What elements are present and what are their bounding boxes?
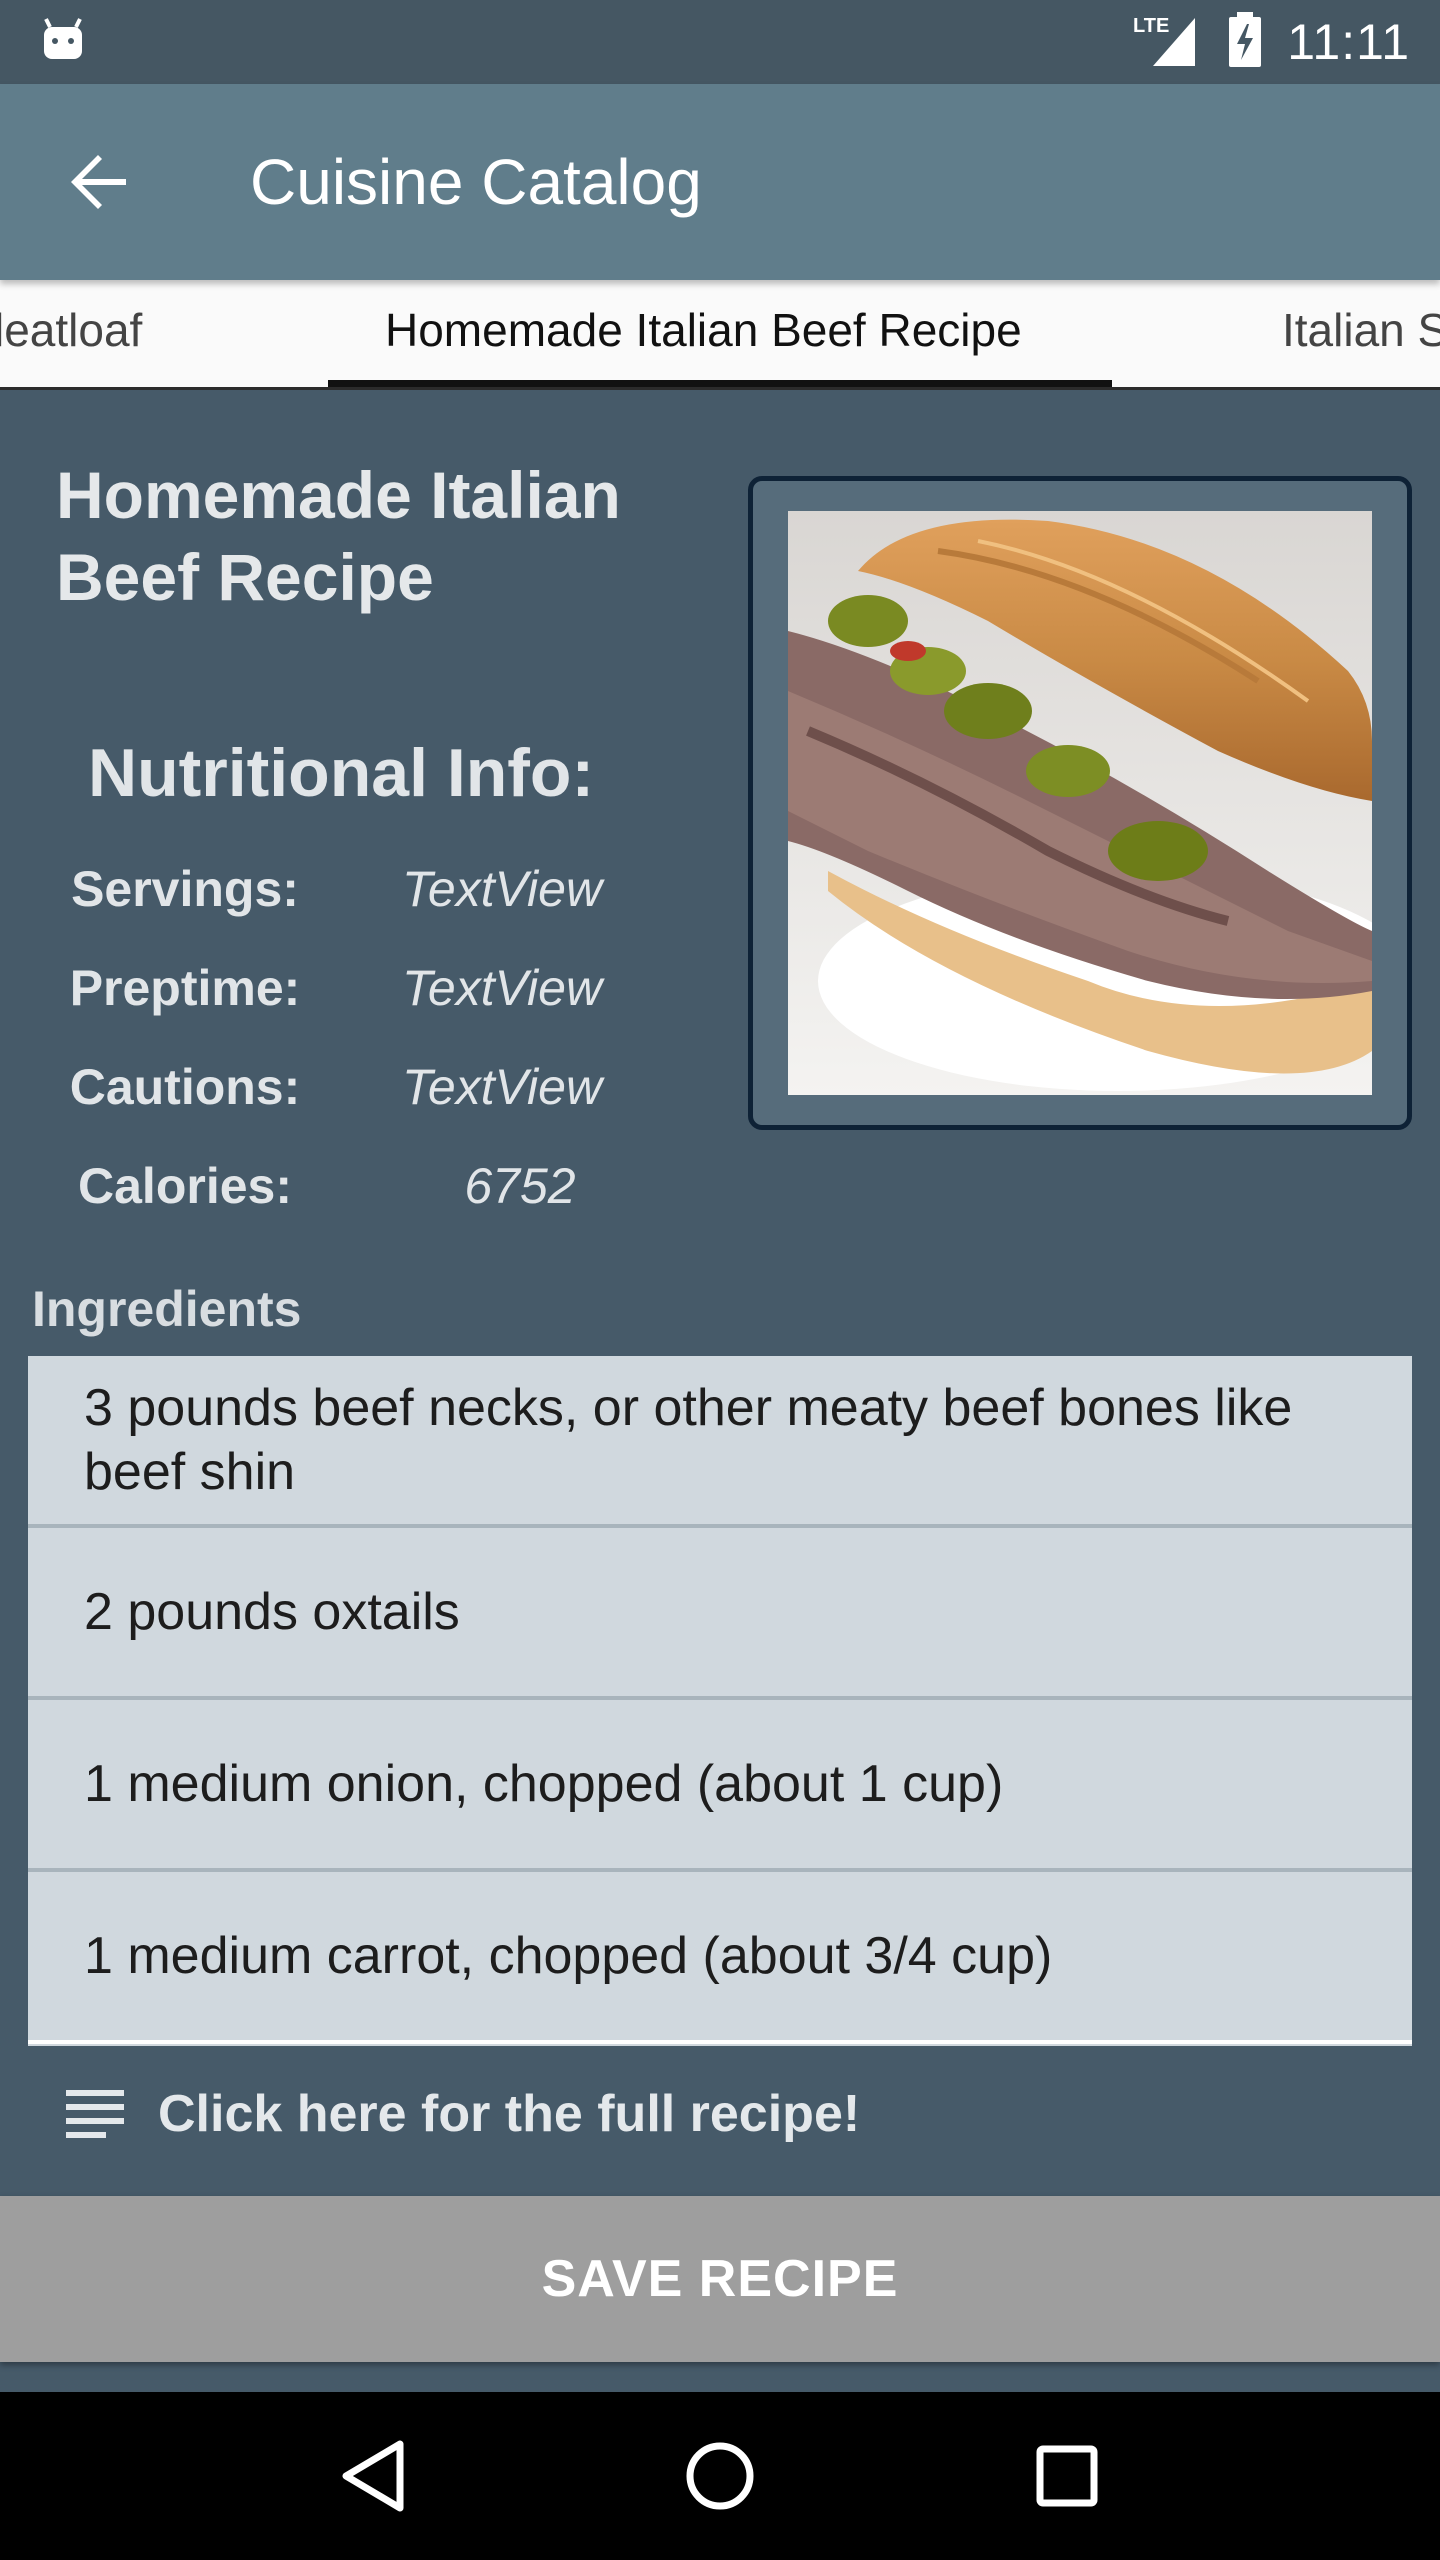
nav-back-button[interactable] [313, 2416, 433, 2536]
tab-indicator [328, 380, 1112, 387]
list-item[interactable]: 1 medium onion, chopped (about 1 cup) [28, 1700, 1412, 1872]
recipe-image-frame [748, 476, 1412, 1130]
ingredients-list[interactable]: 3 pounds beef necks, or other meaty beef… [28, 1356, 1412, 2046]
list-item[interactable]: 1 medium carrot, chopped (about 3/4 cup) [28, 1872, 1412, 2044]
status-bar: LTE 11:11 [0, 0, 1440, 84]
full-recipe-link[interactable]: Click here for the full recipe! [66, 2084, 860, 2144]
nutrition-label: Cautions: [69, 1059, 301, 1115]
recipe-title: Homemade Italian Beef Recipe [56, 458, 621, 614]
nutrition-row-preptime: Preptime: TextView [0, 959, 700, 1039]
home-circle-icon [686, 2442, 754, 2510]
back-triangle-icon [342, 2440, 404, 2512]
tab-italian[interactable]: Italian S [1282, 280, 1440, 387]
nutrition-label: Servings: [71, 861, 299, 917]
recipe-image [788, 511, 1372, 1095]
battery-charging-icon [1225, 11, 1265, 73]
network-label: LTE [1133, 15, 1169, 37]
nutrition-row-servings: Servings: TextView [0, 860, 700, 940]
nutrition-label: Calories: [78, 1158, 292, 1214]
signal-icon: LTE [1133, 12, 1203, 73]
app-title: Cuisine Catalog [250, 146, 702, 218]
list-item[interactable]: 2 pounds oxtails [28, 1528, 1412, 1700]
nutrition-heading: Nutritional Info: [88, 735, 595, 811]
nutrition-value: TextView [401, 1059, 603, 1115]
recents-square-icon [1036, 2445, 1098, 2507]
tab-bar: leatloaf Homemade Italian Beef Recipe It… [0, 280, 1440, 390]
nutrition-row-cautions: Cautions: TextView [0, 1058, 700, 1138]
save-recipe-button[interactable]: SAVE RECIPE [0, 2196, 1440, 2362]
android-icon [40, 17, 86, 68]
system-nav-bar [0, 2392, 1440, 2560]
arrow-back-icon [71, 155, 126, 209]
nutrition-value: TextView [401, 960, 603, 1016]
status-time: 11:11 [1287, 14, 1410, 70]
tab-meatloaf[interactable]: leatloaf [0, 280, 142, 387]
tab-homemade-italian-beef[interactable]: Homemade Italian Beef Recipe [385, 280, 1022, 387]
nav-recents-button[interactable] [1007, 2416, 1127, 2536]
sandwich-image [788, 511, 1372, 1095]
ingredients-label: Ingredients [32, 1281, 302, 1337]
nutrition-row-calories: Calories: 6752 [0, 1157, 700, 1237]
app-bar: Cuisine Catalog [0, 84, 1440, 280]
nutrition-value: 6752 [464, 1158, 576, 1214]
list-icon [66, 2090, 124, 2138]
full-recipe-text[interactable]: Click here for the full recipe! [158, 2084, 860, 2144]
back-button[interactable] [50, 132, 150, 232]
nutrition-label: Preptime: [69, 960, 301, 1016]
nutrition-value: TextView [401, 861, 603, 917]
list-item[interactable]: 3 pounds beef necks, or other meaty beef… [28, 1356, 1412, 1528]
nav-home-button[interactable] [660, 2416, 780, 2536]
